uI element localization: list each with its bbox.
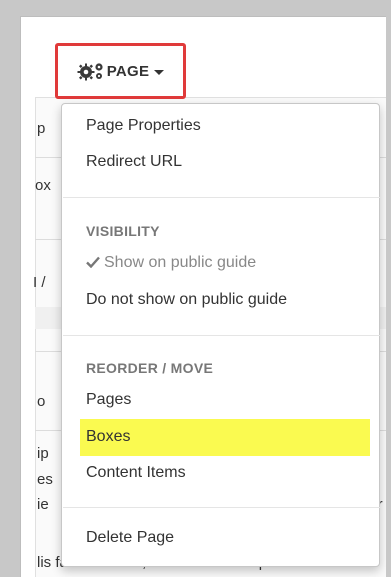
page-dropdown-menu: Page Properties Redirect URL VISIBILITY …	[61, 103, 380, 567]
menu-header-visibility: VISIBILITY	[86, 223, 160, 239]
menu-item-do-not-show[interactable]: Do not show on public guide	[86, 291, 287, 309]
background-text: p	[37, 120, 46, 137]
caret-down-icon	[154, 69, 165, 75]
menu-header-reorder-move: REORDER / MOVE	[86, 360, 214, 376]
menu-item-delete-page[interactable]: Delete Page	[86, 529, 174, 547]
menu-divider	[63, 335, 380, 336]
menu-item-redirect-url[interactable]: Redirect URL	[86, 153, 182, 171]
menu-item-boxes[interactable]: Boxes	[86, 428, 130, 446]
menu-divider	[63, 197, 380, 198]
gears-icon	[77, 63, 103, 81]
background-text: o	[37, 393, 46, 410]
menu-divider	[63, 507, 380, 508]
checkmark-icon	[86, 256, 100, 268]
page-menu-button[interactable]: PAGE	[55, 43, 186, 99]
background-text: ip	[37, 445, 49, 462]
background-text: ox	[35, 177, 51, 194]
menu-item-pages[interactable]: Pages	[86, 391, 131, 409]
menu-item-content-items[interactable]: Content Items	[86, 464, 186, 482]
background-text: ie	[37, 496, 49, 513]
menu-item-page-properties[interactable]: Page Properties	[86, 117, 201, 135]
menu-item-label: Show on public guide	[104, 254, 257, 271]
background-text: es	[37, 471, 53, 488]
background-text: I /	[33, 274, 46, 291]
page-frame: p ox I / o ip es ie ois co ber lis facil…	[20, 16, 386, 577]
page-menu-label: PAGE	[106, 62, 150, 80]
menu-item-show-on-public-guide[interactable]: Show on public guide	[86, 254, 256, 272]
